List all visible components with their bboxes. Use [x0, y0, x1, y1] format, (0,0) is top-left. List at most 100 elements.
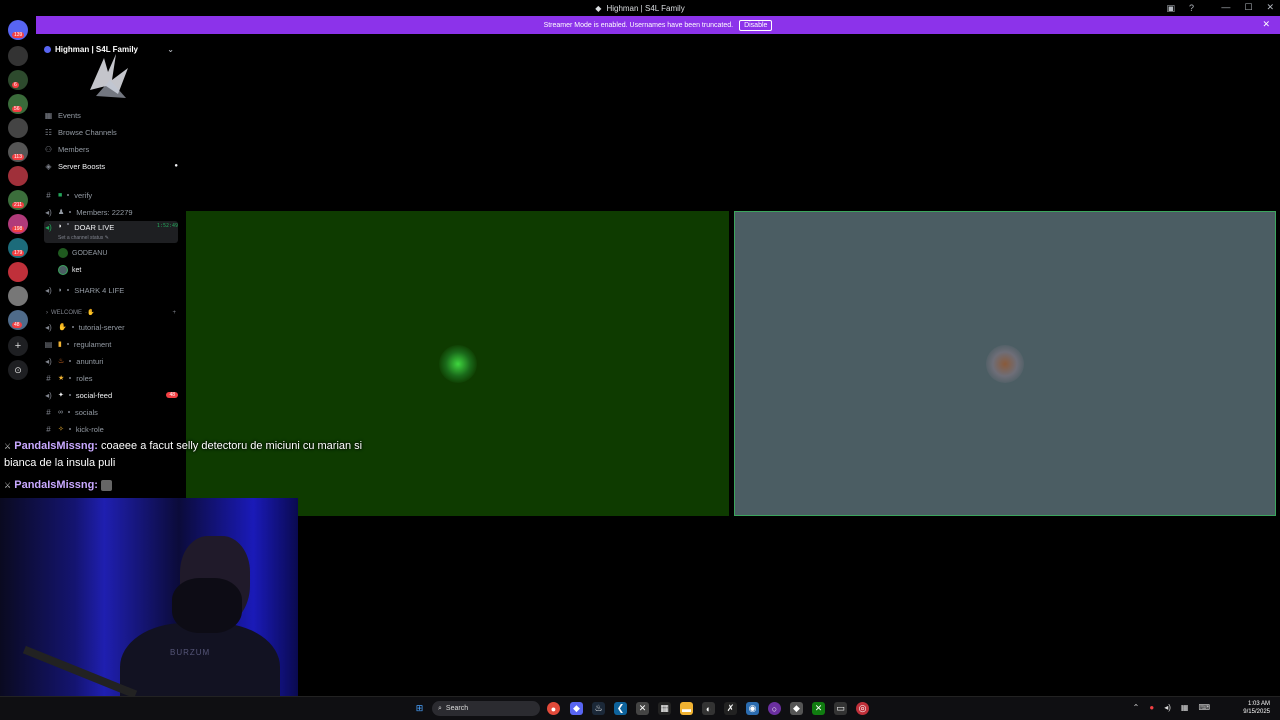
streamer-mode-banner: Streamer Mode is enabled. Usernames have…	[36, 16, 1280, 34]
keyboard-icon[interactable]: ⌨	[1198, 703, 1210, 712]
server-badge: 211	[12, 202, 24, 208]
window-title: ◆ Highman | S4L Family	[595, 3, 685, 13]
help-icon[interactable]: ?	[1189, 3, 1194, 14]
voice-user[interactable]: ket	[58, 264, 168, 276]
inbox-icon[interactable]: ▣	[1166, 3, 1175, 14]
avatar	[58, 265, 68, 275]
hash-icon: #	[46, 373, 51, 383]
app-icon[interactable]: ○	[768, 702, 781, 715]
app-icon[interactable]: ▦	[658, 702, 671, 715]
close-window-icon[interactable]: ✕	[1266, 2, 1274, 13]
sparkle-icon: ✧	[58, 426, 64, 433]
close-banner-icon[interactable]: ✕	[1262, 19, 1270, 30]
voice-tile-ket[interactable]	[734, 211, 1276, 516]
discord-icon[interactable]: ◆	[570, 702, 583, 715]
server-badge: 198	[12, 226, 25, 232]
app-icon[interactable]: ◆	[790, 702, 803, 715]
server-icon[interactable]	[8, 262, 28, 282]
channel-anunturi[interactable]: ◂) ♨ anunturi	[44, 354, 178, 368]
app-icon[interactable]: ✗	[724, 702, 737, 715]
browse-icon: ☷	[44, 127, 53, 137]
search-icon: ⌕	[438, 704, 442, 712]
discover-icon[interactable]: ⊙	[8, 360, 28, 380]
discord-logo-icon: ◆	[595, 3, 602, 13]
channel-verify[interactable]: # ■ verify	[44, 188, 178, 202]
server-badge: 179	[12, 250, 25, 256]
channel-socials[interactable]: # ∞ socials	[44, 405, 178, 419]
avatar	[58, 248, 68, 258]
announcement-icon: ◂)	[45, 390, 52, 400]
calendar-icon: ▦	[44, 110, 53, 120]
volume-icon[interactable]: ◂)	[1164, 703, 1171, 712]
channel-status-hint[interactable]: Set a channel status ✎	[58, 235, 109, 241]
channel-social-feed[interactable]: ◂) ✦ social-feed 48	[44, 388, 178, 402]
steam-icon[interactable]: ♨	[592, 702, 605, 715]
nav-events[interactable]: ▦ Events	[44, 108, 178, 122]
sword-icon: ⚔	[4, 481, 12, 490]
avatar	[986, 344, 1024, 383]
boost-icon: ◈	[45, 161, 52, 171]
voice-user[interactable]: GODEANU	[58, 247, 168, 259]
nav-server-boosts[interactable]: ◈ Server Boosts ●	[44, 159, 178, 173]
shark-icon: ◗	[58, 286, 63, 294]
category-welcome[interactable]: › WELCOME ·✋ +	[46, 309, 176, 317]
channel-regulament[interactable]: ▤ ▮ regulament	[44, 337, 178, 351]
shirt-print: BURZUM	[170, 648, 211, 657]
taskbar-search[interactable]: ⌕ Search	[432, 701, 540, 716]
nav-members[interactable]: ⚇ Members	[44, 142, 178, 156]
app-icon[interactable]: ◐	[702, 702, 715, 715]
chevron-down-icon[interactable]: ⌄	[167, 45, 174, 54]
boost-level-icon: ●	[174, 163, 178, 169]
minimize-icon[interactable]: —	[1221, 2, 1230, 13]
server-icon[interactable]	[8, 286, 28, 306]
server-badge: 56	[12, 106, 22, 112]
maximize-icon[interactable]: ☐	[1244, 2, 1252, 13]
taskbar-clock[interactable]: 1:03 AM 9/15/2025	[1243, 700, 1270, 716]
hash-icon: #	[46, 407, 51, 417]
server-icon[interactable]	[8, 118, 28, 138]
server-badge: 113	[12, 154, 24, 160]
channel-kick-role[interactable]: # ✧ kick-role	[44, 422, 178, 436]
fire-icon: ♨	[58, 358, 65, 365]
server-icon[interactable]	[8, 166, 28, 186]
channel-tutorial-server[interactable]: ◂) ✋ tutorial-server	[44, 320, 178, 334]
nav-browse-channels[interactable]: ☷ Browse Channels	[44, 125, 178, 139]
windows-taskbar: ⊞ ⌕ Search ● ◆ ♨ ❮ ✕ ▦ ▬ ◐ ✗ ◉ ○ ◆ ✕ ▭ ◎…	[0, 696, 1280, 720]
shark-icon: ◗	[58, 223, 63, 230]
server-icon[interactable]	[8, 46, 28, 66]
window-titlebar: ◆ Highman | S4L Family ▣ ? — ☐ ✕	[0, 0, 1280, 16]
start-icon[interactable]: ⊞	[413, 702, 426, 715]
window-controls: — ☐ ✕	[1221, 2, 1274, 13]
channel-roles[interactable]: # ★ roles	[44, 371, 178, 385]
server-indicator-icon	[44, 45, 51, 53]
add-server-icon[interactable]: +	[8, 336, 28, 356]
network-icon[interactable]: ▦	[1181, 703, 1189, 712]
app-icon[interactable]: ✕	[636, 702, 649, 715]
disable-streamer-mode-button[interactable]: Disable	[739, 19, 773, 31]
speaker-icon: ◂)	[45, 223, 52, 232]
xbox-icon[interactable]: ✕	[812, 702, 825, 715]
stream-chat-overlay: ⚔ PandaIsMissng: coaeee a facut selly de…	[4, 438, 384, 494]
avatar	[438, 344, 477, 383]
unread-badge: 48	[166, 392, 178, 398]
chevron-up-icon[interactable]: ⌃	[1133, 703, 1140, 712]
vscode-icon[interactable]: ❮	[614, 702, 627, 715]
add-channel-icon[interactable]: +	[172, 310, 176, 316]
emote-icon	[101, 479, 113, 491]
scroll-icon: ▮	[58, 341, 62, 348]
file-explorer-icon[interactable]: ▬	[680, 702, 693, 715]
app-icon[interactable]: ▭	[834, 702, 847, 715]
microphone-icon[interactable]: ●	[1149, 703, 1154, 712]
live-timer: 1:52:49	[156, 223, 178, 229]
app-icon[interactable]: ◎	[856, 702, 869, 715]
system-tray: ⌃ ● ◂) ▦ ⌨	[1133, 703, 1210, 712]
server-badge: 6	[12, 82, 19, 88]
members-icon: ⚇	[44, 144, 53, 154]
announcement-icon: ◂)	[45, 356, 52, 366]
app-icon[interactable]: ◉	[746, 702, 759, 715]
voice-channel-shark[interactable]: ◂) ◗ SHARK 4 LIFE	[44, 283, 178, 297]
channel-members-count[interactable]: ◂) ♟ Members: 22279	[44, 205, 178, 219]
channel-sidebar: Highman | S4L Family ⌄ ▦ Events ☷ Browse…	[36, 34, 181, 504]
chrome-icon[interactable]: ●	[547, 702, 560, 715]
server-banner-logo	[90, 54, 128, 98]
